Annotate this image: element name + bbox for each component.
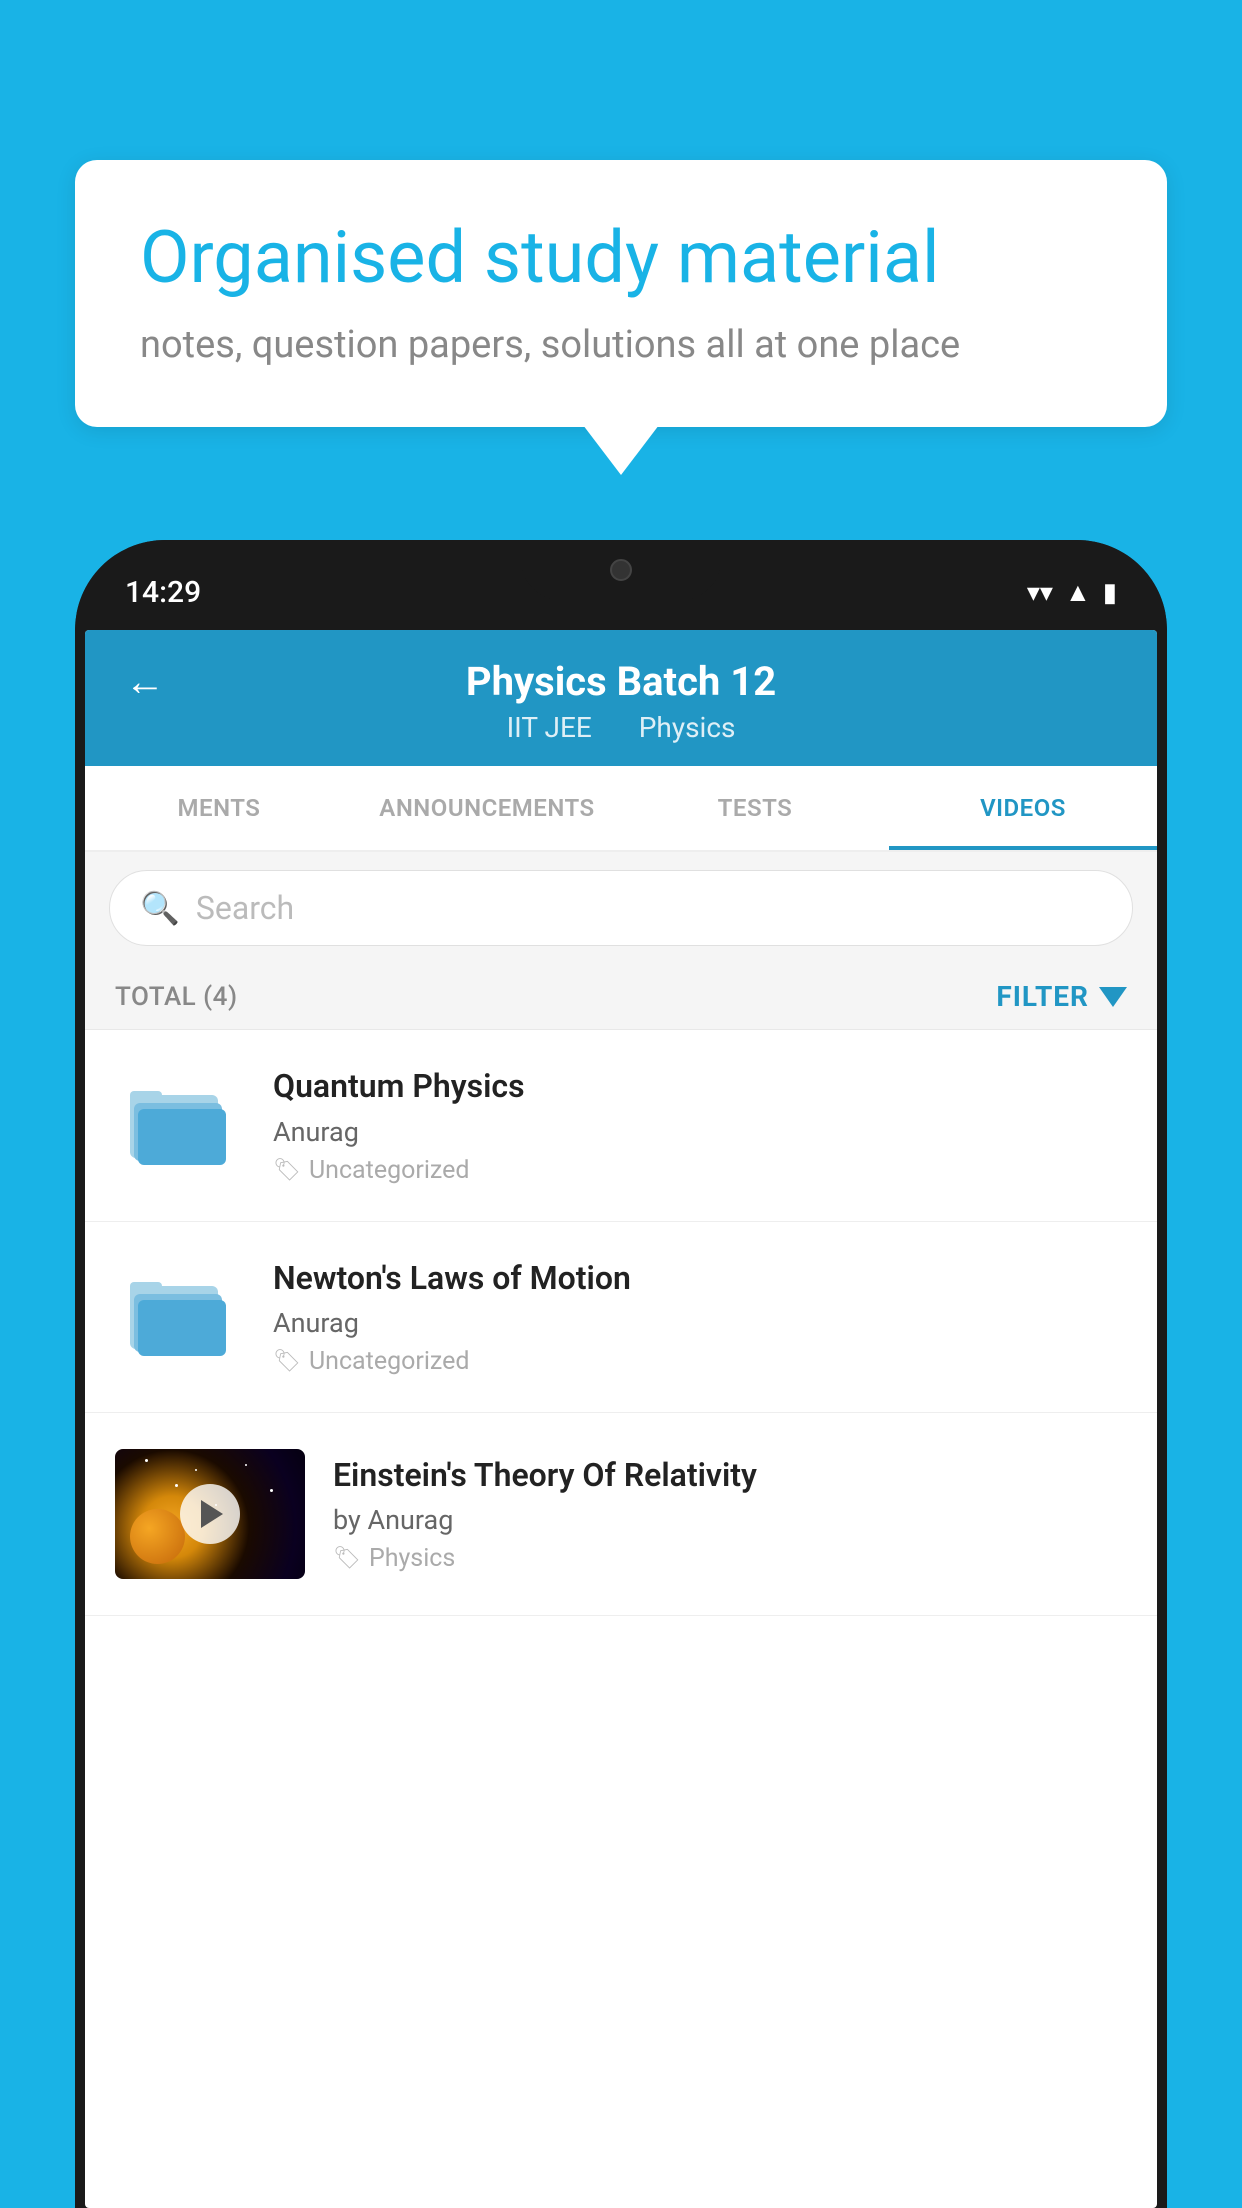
play-icon	[201, 1500, 223, 1528]
app-subtitle: IIT JEE Physics	[497, 711, 746, 744]
folder-icon-container	[115, 1075, 245, 1175]
search-bar: 🔍 Search	[85, 852, 1157, 964]
status-icons: ▾▾ ▲ ▮	[1027, 577, 1117, 608]
tag-icon: 🏷	[273, 1349, 301, 1374]
tag-icon: 🏷	[333, 1546, 361, 1571]
video-tag: 🏷 Uncategorized	[273, 1347, 1127, 1376]
tab-tests[interactable]: TESTS	[621, 766, 889, 850]
search-icon: 🔍	[140, 889, 180, 927]
video-info: Einstein's Theory Of Relativity by Anura…	[333, 1455, 1127, 1574]
clock: 14:29	[125, 575, 201, 610]
tab-announcements[interactable]: ANNOUNCEMENTS	[353, 766, 621, 850]
phone-frame: 14:29 ▾▾ ▲ ▮ ← Physics Batch 12 IIT JEE …	[75, 540, 1167, 2208]
list-item[interactable]: Newton's Laws of Motion Anurag 🏷 Uncateg…	[85, 1222, 1157, 1414]
video-title: Newton's Laws of Motion	[273, 1258, 1127, 1300]
search-input-container[interactable]: 🔍 Search	[109, 870, 1133, 946]
back-button[interactable]: ←	[125, 658, 165, 705]
video-author: by Anurag	[333, 1504, 1127, 1536]
video-title: Einstein's Theory Of Relativity	[333, 1455, 1127, 1497]
filter-label: FILTER	[996, 980, 1089, 1013]
filter-button[interactable]: FILTER	[996, 980, 1127, 1013]
video-author: Anurag	[273, 1116, 1127, 1148]
video-info: Quantum Physics Anurag 🏷 Uncategorized	[273, 1066, 1127, 1185]
app-title: Physics Batch 12	[466, 658, 776, 705]
speech-bubble: Organised study material notes, question…	[75, 160, 1167, 427]
video-title: Quantum Physics	[273, 1066, 1127, 1108]
speech-bubble-subtitle: notes, question papers, solutions all at…	[140, 323, 1102, 367]
tabs-bar: MENTS ANNOUNCEMENTS TESTS VIDEOS	[85, 766, 1157, 852]
wifi-icon: ▾▾	[1027, 578, 1053, 608]
signal-icon: ▲	[1065, 577, 1091, 608]
filter-icon	[1099, 987, 1127, 1007]
tag-icon: 🏷	[273, 1158, 301, 1183]
status-bar: 14:29 ▾▾ ▲ ▮	[75, 540, 1167, 630]
battery-icon: ▮	[1103, 578, 1117, 608]
folder-icon	[130, 1083, 230, 1168]
total-count: TOTAL (4)	[115, 982, 238, 1012]
list-item[interactable]: Einstein's Theory Of Relativity by Anura…	[85, 1413, 1157, 1616]
video-info: Newton's Laws of Motion Anurag 🏷 Uncateg…	[273, 1258, 1127, 1377]
tag-label: Uncategorized	[309, 1156, 470, 1185]
folder-icon-container	[115, 1267, 245, 1367]
list-item[interactable]: Quantum Physics Anurag 🏷 Uncategorized	[85, 1030, 1157, 1222]
tab-ments[interactable]: MENTS	[85, 766, 353, 850]
subtitle-iitjee: IIT JEE	[507, 711, 592, 744]
video-tag: 🏷 Physics	[333, 1544, 1127, 1573]
video-list: Quantum Physics Anurag 🏷 Uncategorized	[85, 1030, 1157, 1616]
video-author: Anurag	[273, 1307, 1127, 1339]
planet-graphic	[130, 1509, 185, 1564]
video-tag: 🏷 Uncategorized	[273, 1156, 1127, 1185]
phone-screen: ← Physics Batch 12 IIT JEE Physics MENTS…	[85, 630, 1157, 2208]
tag-label: Physics	[369, 1544, 455, 1573]
subtitle-physics: Physics	[639, 711, 736, 744]
app-header: ← Physics Batch 12 IIT JEE Physics	[85, 630, 1157, 766]
speech-bubble-title: Organised study material	[140, 215, 1102, 301]
phone-notch	[521, 540, 721, 600]
search-placeholder: Search	[196, 889, 294, 927]
filter-bar: TOTAL (4) FILTER	[85, 964, 1157, 1030]
play-button[interactable]	[180, 1484, 240, 1544]
app-header-row: ← Physics Batch 12	[125, 658, 1117, 705]
folder-icon	[130, 1274, 230, 1359]
tag-label: Uncategorized	[309, 1347, 470, 1376]
camera-dot	[610, 559, 632, 581]
einstein-thumbnail	[115, 1449, 305, 1579]
tab-videos[interactable]: VIDEOS	[889, 766, 1157, 850]
